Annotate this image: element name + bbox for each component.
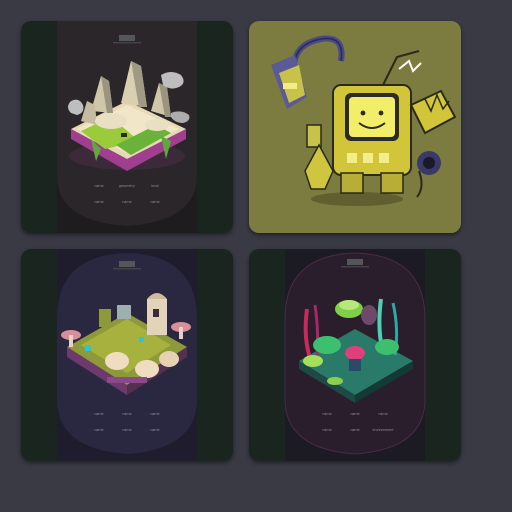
caption-text: name <box>150 428 159 432</box>
caption-text: name <box>94 200 103 204</box>
caption-text: name <box>378 412 387 416</box>
caption-text: name <box>322 428 331 432</box>
gallery-card-floating-ruins[interactable]: name geometry level name name name <box>21 21 233 233</box>
caption-text: geometry <box>119 184 135 188</box>
caption-text: name <box>150 200 159 204</box>
caption-text: name <box>350 428 359 432</box>
caption-text: environment <box>373 428 395 432</box>
village-artwork: name name name name name name <box>21 249 233 461</box>
gallery-card-robot[interactable] <box>249 21 461 233</box>
caption-text: name <box>122 412 131 416</box>
caption-text: name <box>350 412 359 416</box>
caption-text: name <box>94 428 103 432</box>
gallery-card-jungle[interactable]: name name name name name environment <box>249 249 461 461</box>
floating-ruins-artwork: name geometry level name name name <box>21 21 233 233</box>
caption-text: name <box>122 428 131 432</box>
gallery-card-village[interactable]: name name name name name name <box>21 249 233 461</box>
caption-text: name <box>94 184 103 188</box>
caption-text: name <box>150 412 159 416</box>
caption-text: level <box>151 184 159 188</box>
caption-text: name <box>322 412 331 416</box>
caption-text: name <box>122 200 131 204</box>
jungle-artwork: name name name name name environment <box>249 249 461 461</box>
caption-text: name <box>94 412 103 416</box>
robot-artwork <box>249 21 461 233</box>
